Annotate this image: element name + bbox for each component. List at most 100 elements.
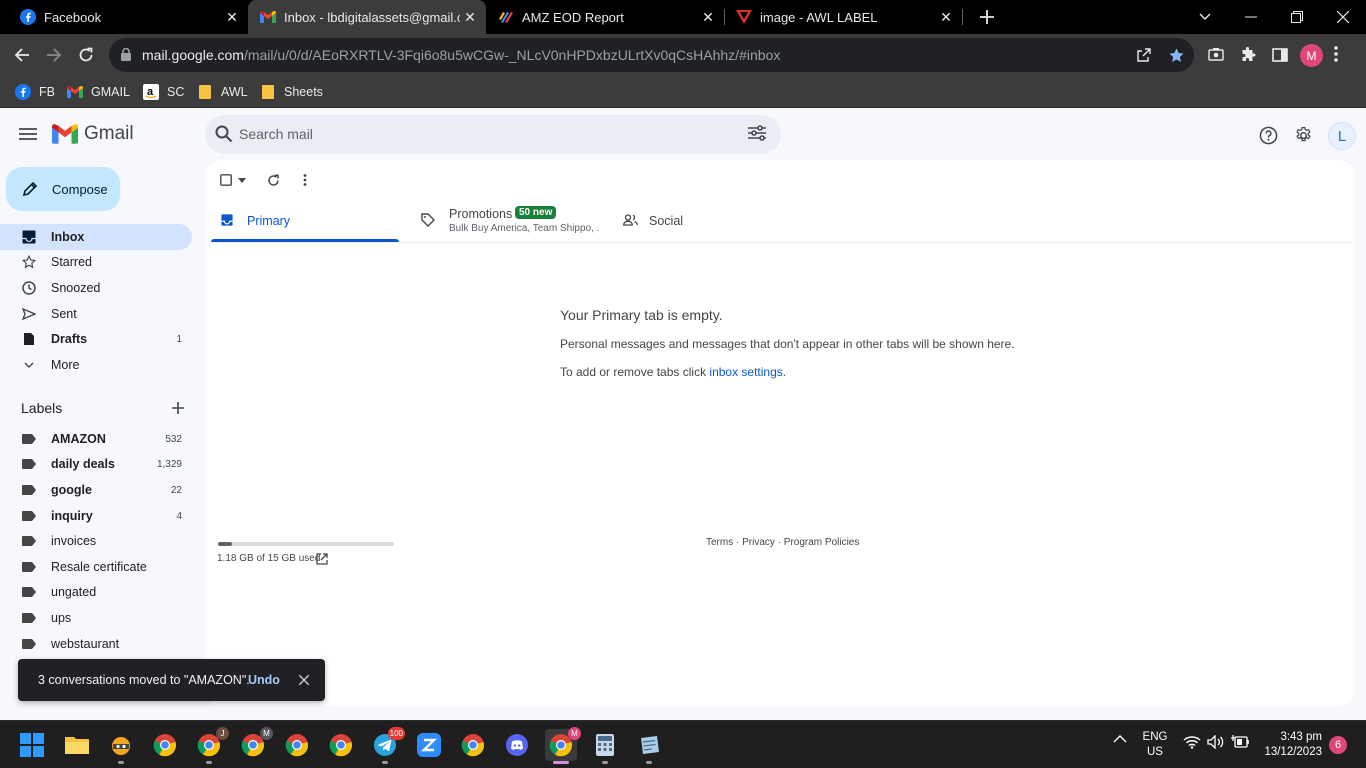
sidebar-item-starred[interactable]: Starred: [0, 249, 192, 275]
taskbar-notepad[interactable]: [633, 729, 665, 764]
select-checkbox[interactable]: [220, 170, 246, 190]
taskbar-calculator[interactable]: [589, 729, 621, 764]
extensions-icon[interactable]: [1236, 43, 1260, 67]
label-item-resale-certificate[interactable]: Resale certificate: [0, 554, 192, 580]
running-indicator: [646, 761, 652, 764]
tab-primary[interactable]: Primary: [211, 198, 399, 242]
close-icon[interactable]: ✕: [698, 7, 718, 27]
label-item-amazon[interactable]: AMAZON 532: [0, 426, 192, 452]
main-menu-button[interactable]: [16, 122, 40, 146]
close-icon[interactable]: ✕: [936, 7, 956, 27]
close-icon[interactable]: ✕: [222, 7, 242, 27]
label-item-google[interactable]: google 22: [0, 477, 192, 503]
taskbar-app-cat[interactable]: [105, 729, 137, 764]
taskbar-chrome-2[interactable]: J: [193, 727, 229, 764]
account-avatar[interactable]: L: [1328, 122, 1356, 150]
taskbar-chrome-active[interactable]: M: [545, 727, 581, 764]
label-tag-icon: [20, 511, 38, 521]
lock-icon[interactable]: [121, 47, 131, 66]
search-icon[interactable]: [215, 125, 233, 148]
battery-icon[interactable]: [1231, 735, 1249, 749]
dismiss-snackbar-button[interactable]: [294, 670, 314, 690]
bookmark-star-icon[interactable]: [1167, 46, 1185, 64]
bookmark-fb[interactable]: FB: [15, 82, 55, 102]
bookmark-sheets[interactable]: Sheets: [260, 82, 323, 102]
sidebar-item-more[interactable]: More: [0, 352, 192, 378]
share-icon[interactable]: [1135, 46, 1153, 64]
minimize-button[interactable]: [1236, 2, 1266, 32]
browser-menu-icon[interactable]: [1334, 46, 1338, 67]
create-label-button[interactable]: [168, 398, 188, 418]
reload-button[interactable]: [72, 41, 100, 69]
tab-facebook[interactable]: Facebook ✕: [0, 0, 248, 34]
undo-button[interactable]: Undo: [248, 673, 280, 687]
close-icon: [1337, 11, 1349, 23]
forward-button[interactable]: [40, 41, 68, 69]
new-tab-button[interactable]: [975, 5, 999, 29]
window-close-button[interactable]: [1328, 2, 1358, 32]
label-item-webstaurant[interactable]: webstaurant: [0, 631, 192, 657]
footer-links[interactable]: Terms · Privacy · Program Policies: [706, 537, 859, 548]
volume-icon[interactable]: [1207, 735, 1225, 749]
taskbar-chrome-5[interactable]: [325, 729, 357, 761]
wifi-icon[interactable]: [1183, 735, 1201, 749]
start-button[interactable]: [16, 729, 48, 761]
taskbar-chrome-1[interactable]: [149, 729, 181, 761]
tab-title: Inbox - lbdigitalassets@gmail.com: [284, 9, 460, 25]
back-button[interactable]: [8, 41, 36, 69]
taskbar-file-explorer[interactable]: [61, 729, 93, 761]
bookmark-sc[interactable]: a SC: [143, 82, 184, 102]
taskbar-chrome-3[interactable]: M: [237, 727, 273, 761]
cast-icon[interactable]: [1204, 43, 1228, 67]
label-item-invoices[interactable]: invoices: [0, 528, 192, 554]
notification-count-badge[interactable]: 6: [1329, 736, 1347, 754]
tab-social[interactable]: Social: [613, 198, 763, 242]
sidebar-item-snoozed[interactable]: Snoozed: [0, 275, 192, 301]
reload-icon: [79, 47, 93, 62]
bookmark-awl[interactable]: AWL: [197, 82, 248, 102]
more-actions-button[interactable]: [303, 170, 307, 190]
show-hidden-icons-button[interactable]: [1113, 735, 1127, 743]
search-input[interactable]: [239, 123, 719, 145]
side-panel-icon[interactable]: [1268, 43, 1292, 67]
tab-promotions[interactable]: Promotions 50 new Bulk Buy America, Team…: [411, 198, 606, 242]
sidebar-item-inbox[interactable]: Inbox: [0, 224, 192, 250]
address-bar[interactable]: mail.google.com/mail/u/0/d/AEoRXRTLV-3Fq…: [109, 38, 1194, 72]
tab-gmail-inbox[interactable]: Inbox - lbdigitalassets@gmail.com ✕: [248, 0, 486, 34]
clock-time: 3:43 pm: [1280, 731, 1322, 743]
search-options-icon[interactable]: [748, 125, 766, 146]
label-name: google: [51, 483, 92, 497]
gmail-icon: [260, 9, 276, 25]
compose-button[interactable]: Compose: [6, 167, 120, 211]
taskbar-telegram[interactable]: 100: [369, 727, 405, 764]
label-item-ungated[interactable]: ungated: [0, 579, 192, 605]
taskbar-chrome-4[interactable]: [281, 729, 313, 761]
sidebar-item-sent[interactable]: Sent: [0, 301, 192, 327]
restore-button[interactable]: [1282, 2, 1312, 32]
input-language-indicator[interactable]: ENG US: [1141, 730, 1169, 760]
support-button[interactable]: [1257, 124, 1279, 146]
taskbar-zoom[interactable]: [413, 729, 445, 761]
tab-search-button[interactable]: [1190, 2, 1220, 32]
external-link-icon[interactable]: [316, 552, 328, 570]
label-tag-icon: [20, 485, 38, 495]
help-icon: [1259, 126, 1277, 144]
sidebar-item-drafts[interactable]: Drafts 1: [0, 326, 192, 352]
label-item-ups[interactable]: ups: [0, 605, 192, 631]
profile-badge: J: [216, 727, 229, 740]
refresh-button[interactable]: [267, 170, 280, 190]
tab-awl-label[interactable]: image - AWL LABEL ✕: [724, 0, 962, 34]
running-indicator: [602, 761, 608, 764]
inbox-settings-link[interactable]: inbox settings: [709, 365, 782, 379]
taskbar-chrome-6[interactable]: [457, 729, 489, 761]
taskbar-discord[interactable]: [501, 729, 533, 761]
close-icon[interactable]: ✕: [460, 7, 480, 27]
label-item-inquiry[interactable]: inquiry 4: [0, 503, 192, 529]
bookmark-gmail[interactable]: GMAIL: [67, 82, 130, 102]
gmail-logo[interactable]: Gmail: [52, 123, 134, 145]
tab-amz-eod-report[interactable]: AMZ EOD Report ✕: [486, 0, 724, 34]
browser-profile-avatar[interactable]: M: [1300, 44, 1323, 67]
label-item-daily-deals[interactable]: daily deals 1,329: [0, 451, 192, 477]
settings-button[interactable]: [1292, 124, 1314, 146]
system-clock[interactable]: 3:43 pm 13/12/2023: [1260, 730, 1322, 760]
